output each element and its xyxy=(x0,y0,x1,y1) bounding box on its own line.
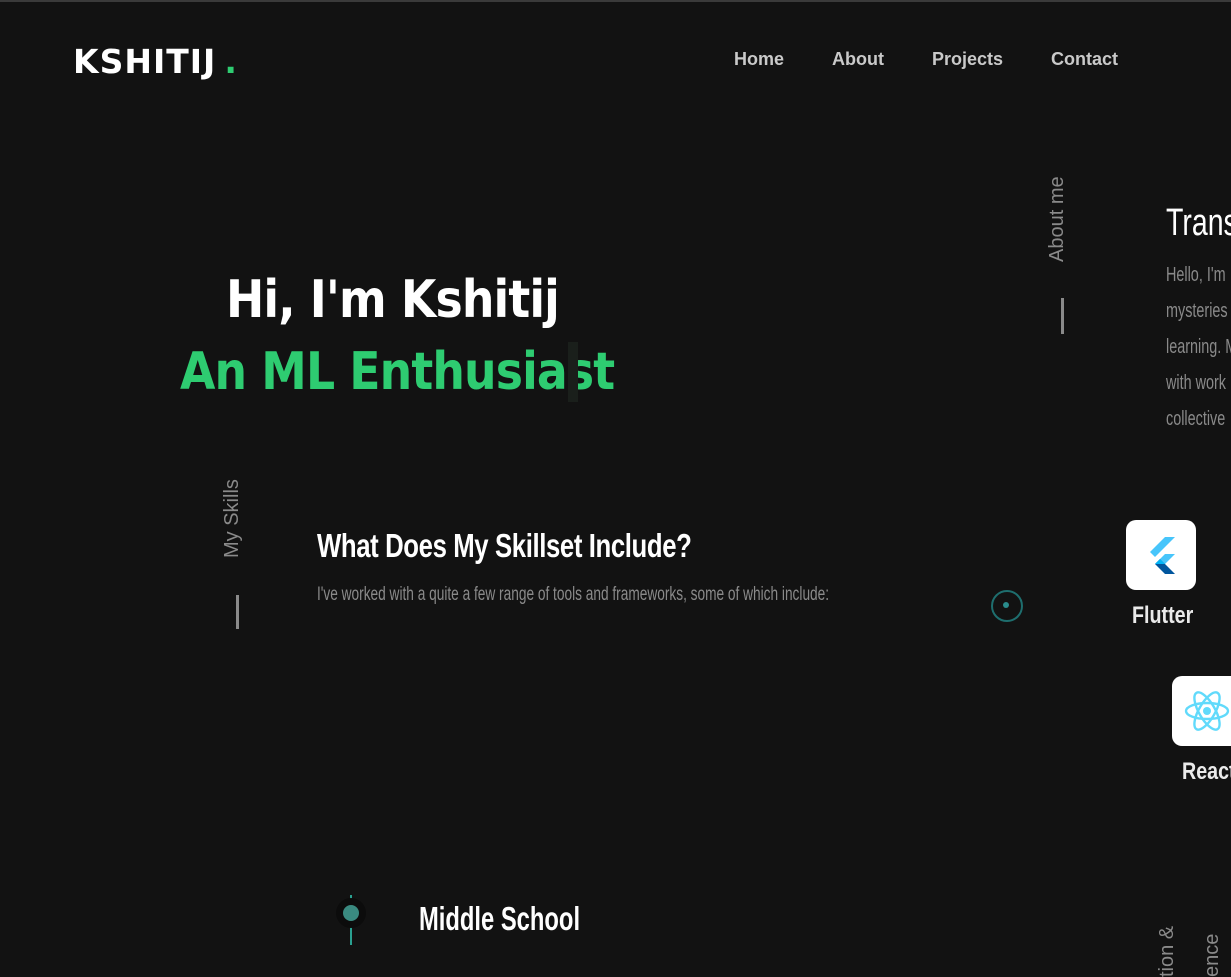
skill-label-flutter: Flutter xyxy=(1132,602,1194,629)
hero-greeting: Hi, I'm Kshitij xyxy=(226,270,560,330)
skill-card-react[interactable] xyxy=(1172,676,1231,746)
logo-dot: . xyxy=(224,42,238,81)
skills-description: I've worked with a quite a few range of … xyxy=(317,584,830,605)
about-title: Trans xyxy=(1166,202,1231,244)
skills-title: What Does My Skillset Include? xyxy=(317,527,692,564)
skills-side-bar xyxy=(236,595,239,629)
about-line: learning. M xyxy=(1166,336,1231,358)
orbit-indicator-icon xyxy=(991,590,1023,622)
about-line: mysteries xyxy=(1166,300,1228,322)
about-side-label: About me xyxy=(1046,176,1068,262)
nav-projects[interactable]: Projects xyxy=(932,49,1003,70)
hero-tagline: An ML Enthusiast xyxy=(180,342,615,402)
skill-label-react: React xyxy=(1182,758,1231,785)
about-line: with work xyxy=(1166,372,1227,394)
skills-side-label: My Skills xyxy=(221,479,243,558)
education-entry-title: Middle School xyxy=(419,900,581,937)
education-side-label-2: ence xyxy=(1201,933,1223,977)
about-side-bar xyxy=(1061,298,1064,334)
logo-text: KSHITIJ xyxy=(73,42,217,81)
nav-contact[interactable]: Contact xyxy=(1051,49,1118,70)
nav-home[interactable]: Home xyxy=(734,49,784,70)
flutter-icon xyxy=(1150,537,1175,574)
skill-card-flutter[interactable] xyxy=(1126,520,1196,590)
react-icon xyxy=(1184,691,1230,731)
main-nav: Home About Projects Contact xyxy=(734,49,1118,70)
about-line: Hello, I'm xyxy=(1166,264,1226,286)
typing-caret xyxy=(568,342,578,402)
about-line: collective xyxy=(1166,408,1226,430)
timeline-dot-icon xyxy=(336,898,366,928)
nav-about[interactable]: About xyxy=(832,49,884,70)
logo[interactable]: KSHITIJ. xyxy=(73,42,238,81)
education-side-label: tion & xyxy=(1156,925,1178,977)
